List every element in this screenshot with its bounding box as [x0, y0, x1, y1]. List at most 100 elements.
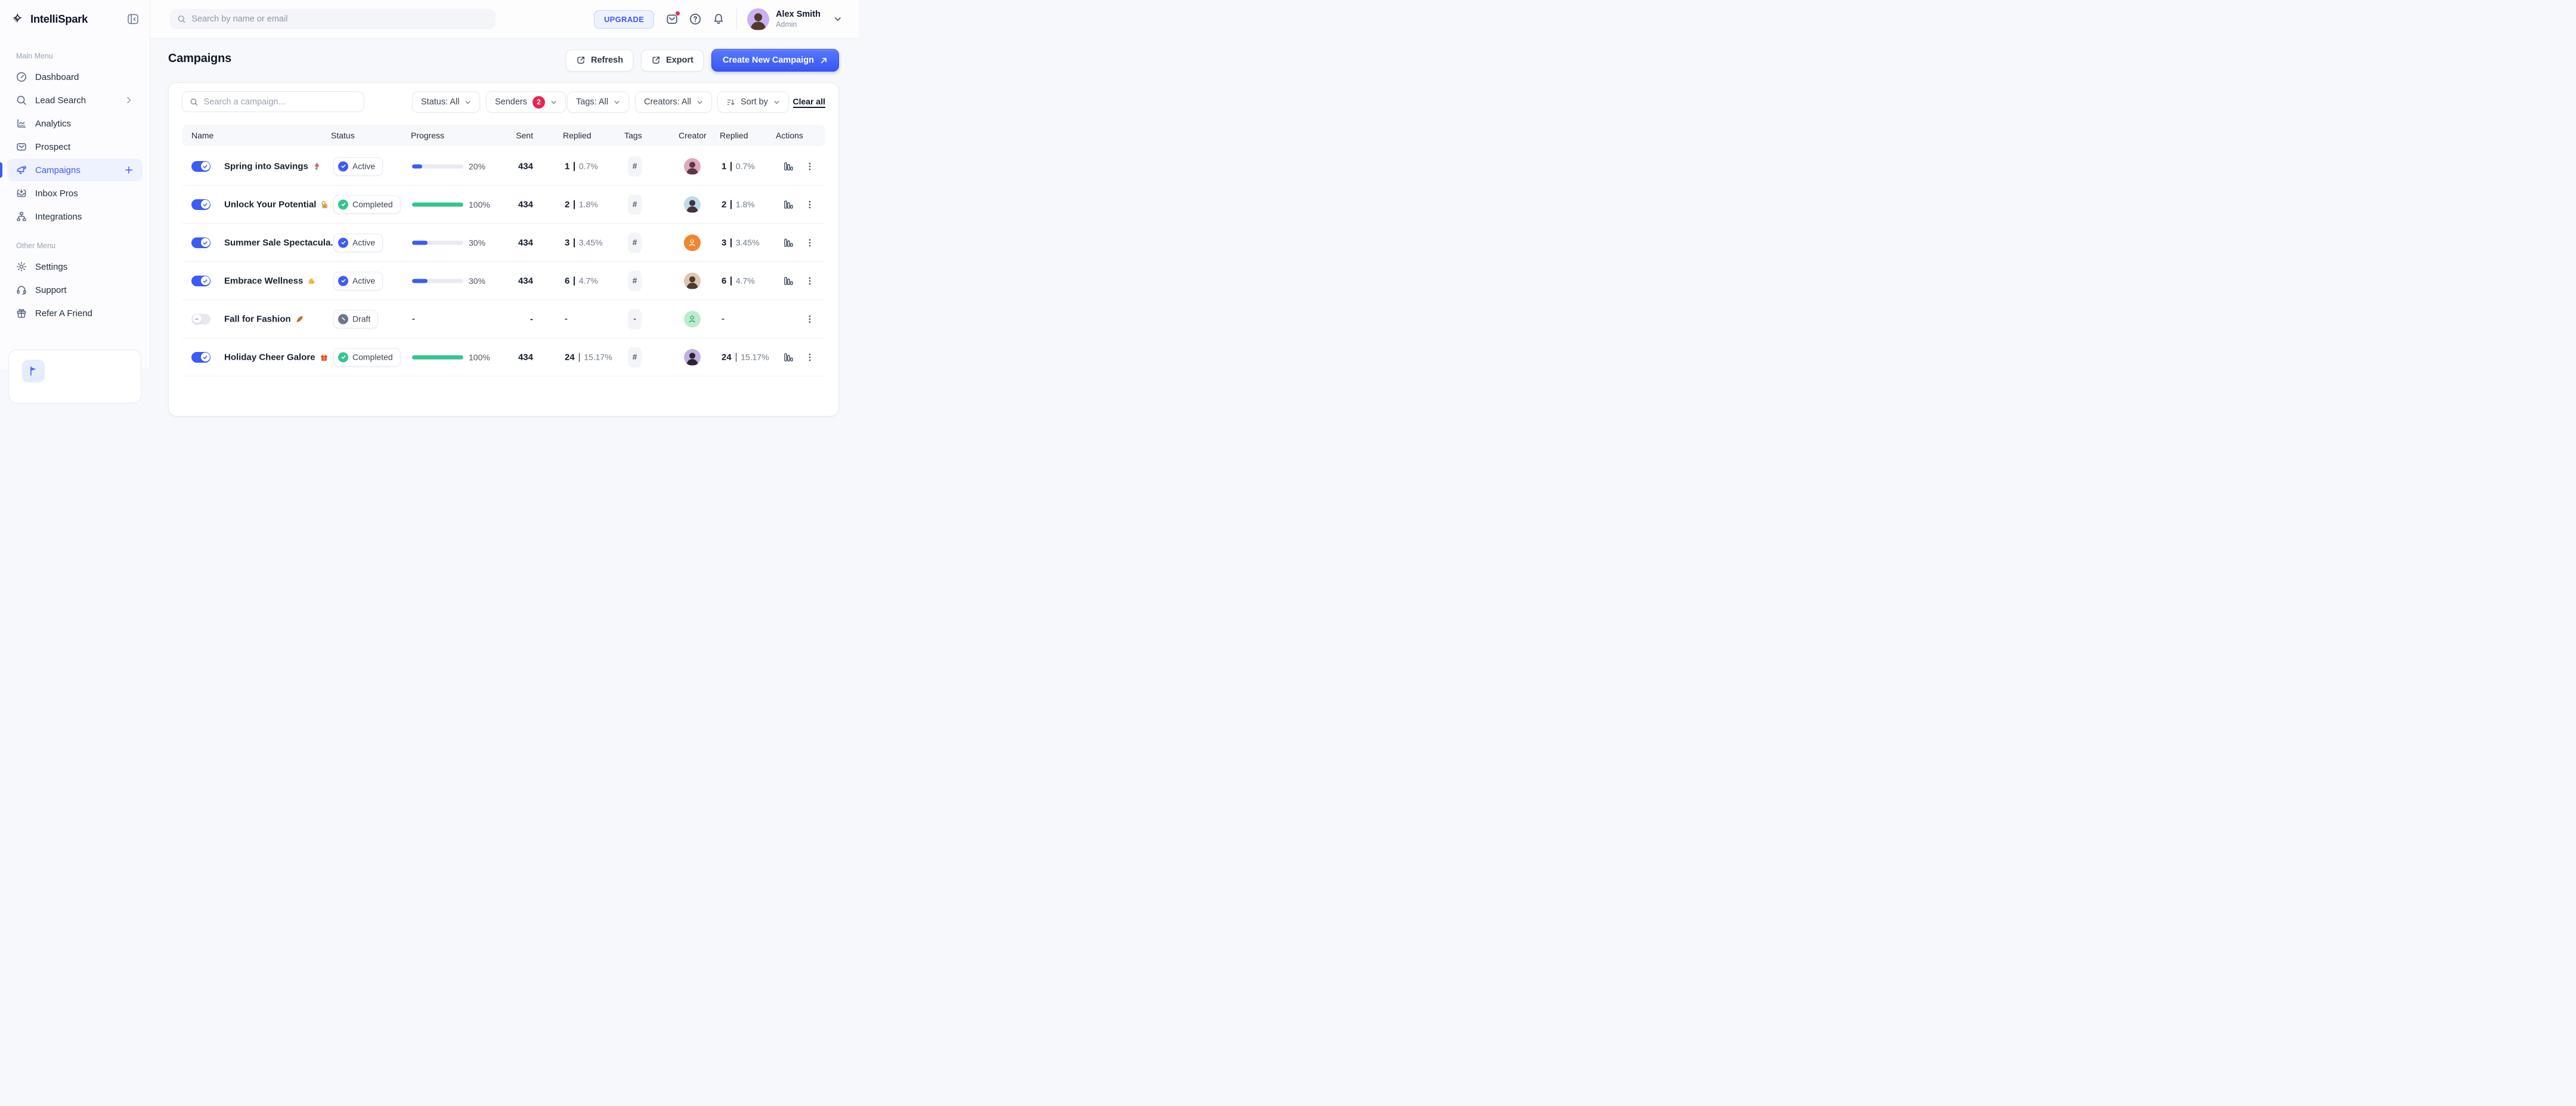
creator-avatar	[684, 273, 701, 289]
table-row[interactable]: Fall for FashionDraft-----	[182, 300, 825, 338]
tag-pill: #	[628, 271, 642, 291]
brand-logo-icon	[10, 11, 25, 27]
create-campaign-button[interactable]: Create New Campaign	[711, 49, 839, 72]
user-info[interactable]: Alex Smith Admin	[776, 10, 821, 29]
sidebar-item-inbox-pros[interactable]: Inbox Pros	[7, 182, 143, 205]
sidebar-item-label: Refer A Friend	[35, 308, 92, 319]
column-header-name: Name	[191, 131, 213, 140]
search-icon	[16, 94, 27, 106]
arrow-up-right-icon	[820, 57, 828, 64]
user-menu-chevron-down-icon[interactable]	[834, 15, 842, 23]
kebab-menu-icon[interactable]	[804, 161, 815, 172]
table-row[interactable]: Unlock Your PotentialCompleted100%43421.…	[182, 186, 825, 224]
sidebar-item-label: Analytics	[35, 119, 71, 129]
status-dot-icon	[338, 314, 348, 324]
table-row[interactable]: Summer Sale Spectacula...Active30%43433.…	[182, 224, 825, 262]
sidebar-item-integrations[interactable]: Integrations	[7, 205, 143, 228]
sidebar-promo-card[interactable]	[8, 350, 141, 403]
sidebar-item-label: Settings	[35, 262, 67, 272]
kebab-menu-icon[interactable]	[804, 276, 815, 286]
global-search[interactable]	[170, 9, 496, 29]
table-row[interactable]: Embrace WellnessActive30%43464.7%#64.7%	[182, 262, 825, 300]
bell-icon[interactable]	[712, 13, 725, 26]
kebab-menu-icon[interactable]	[804, 237, 815, 248]
table-row[interactable]: Spring into SavingsActive20%43410.7%#10.…	[182, 147, 825, 186]
status-badge: Active	[333, 233, 383, 252]
global-search-input[interactable]	[191, 14, 488, 24]
sidebar-item-label: Prospect	[35, 142, 70, 152]
status-dot-icon	[338, 161, 348, 171]
export-button[interactable]: Export	[641, 50, 704, 72]
sidebar-item-campaigns[interactable]: Campaigns	[7, 159, 143, 181]
kebab-menu-icon[interactable]	[804, 199, 815, 210]
mail-icon[interactable]	[665, 13, 679, 26]
refresh-button[interactable]: Refresh	[566, 50, 633, 72]
active-indicator	[0, 162, 2, 178]
progress-bar	[412, 279, 463, 283]
status-badge: Active	[333, 157, 383, 175]
sidebar-item-refer-a-friend[interactable]: Refer A Friend	[7, 302, 143, 325]
campaign-toggle[interactable]	[191, 161, 210, 172]
campaign-toggle[interactable]	[191, 314, 210, 325]
campaign-search[interactable]	[182, 91, 364, 112]
replied-value: 21.8%	[565, 199, 598, 209]
search-icon	[190, 97, 199, 107]
stats-icon[interactable]	[783, 160, 794, 172]
campaign-name: Embrace Wellness	[224, 276, 316, 286]
leaf-icon	[295, 314, 304, 323]
campaign-name: Fall for Fashion	[224, 314, 304, 324]
toggle-knob	[201, 353, 210, 362]
sidebar-item-support[interactable]: Support	[7, 279, 143, 301]
chevron-down-icon	[550, 99, 557, 106]
user-avatar[interactable]	[747, 8, 769, 30]
kebab-menu-icon[interactable]	[804, 314, 815, 325]
campaign-search-input[interactable]	[204, 97, 357, 107]
clear-all-button[interactable]: Clear all	[793, 97, 825, 108]
toggle-knob	[193, 314, 202, 323]
replied-value: 64.7%	[565, 276, 598, 286]
sent-value: 434	[491, 352, 533, 362]
sidebar-item-lead-search[interactable]: Lead Search	[7, 89, 143, 112]
megaphone-icon	[16, 164, 27, 176]
sidebar-item-prospect[interactable]: Prospect	[7, 135, 143, 158]
toggle-knob	[201, 200, 210, 209]
create-campaign-label: Create New Campaign	[723, 55, 814, 65]
filter-senders[interactable]: Senders 2	[486, 91, 566, 113]
kebab-menu-icon[interactable]	[804, 352, 815, 363]
tag-pill: #	[628, 347, 642, 367]
chevron-down-icon	[696, 99, 703, 106]
table-row[interactable]: Holiday Cheer GaloreCompleted100%4342415…	[182, 338, 825, 376]
stats-icon[interactable]	[783, 275, 794, 286]
replied-value: 64.7%	[722, 276, 755, 286]
replied-value: -	[565, 314, 568, 324]
campaign-toggle[interactable]	[191, 352, 210, 363]
stats-icon[interactable]	[783, 199, 794, 210]
help-icon[interactable]	[689, 13, 702, 26]
sidebar: IntelliSpark Main MenuDashboardLead Sear…	[0, 0, 150, 369]
filter-tags[interactable]: Tags: All	[567, 91, 629, 113]
campaign-toggle[interactable]	[191, 199, 210, 210]
refresh-label: Refresh	[591, 55, 623, 65]
campaign-name: Unlock Your Potential	[224, 199, 329, 209]
sidebar-collapse-icon[interactable]	[126, 12, 140, 26]
campaign-toggle[interactable]	[191, 237, 210, 248]
sidebar-item-dashboard[interactable]: Dashboard	[7, 66, 143, 88]
column-header-creator: Creator	[679, 131, 707, 140]
filter-sort[interactable]: Sort by	[717, 91, 789, 113]
filter-creators[interactable]: Creators: All	[635, 91, 712, 113]
stats-icon[interactable]	[783, 351, 794, 363]
status-badge: Completed	[333, 348, 401, 366]
column-header-actions: Actions	[776, 131, 803, 140]
column-header-status: Status	[331, 131, 355, 140]
sidebar-item-settings[interactable]: Settings	[7, 255, 143, 278]
topbar: UPGRADE Alex Smith	[150, 0, 859, 39]
sidebar-item-analytics[interactable]: Analytics	[7, 112, 143, 135]
tag-pill: #	[628, 233, 642, 253]
campaign-toggle[interactable]	[191, 276, 210, 286]
chevron-right-icon	[123, 95, 134, 106]
filter-status[interactable]: Status: All	[412, 91, 480, 113]
sidebar-item-label: Dashboard	[35, 72, 79, 82]
stats-icon[interactable]	[783, 237, 794, 248]
upgrade-button[interactable]: UPGRADE	[594, 10, 654, 29]
campaign-name: Spring into Savings	[224, 161, 321, 171]
